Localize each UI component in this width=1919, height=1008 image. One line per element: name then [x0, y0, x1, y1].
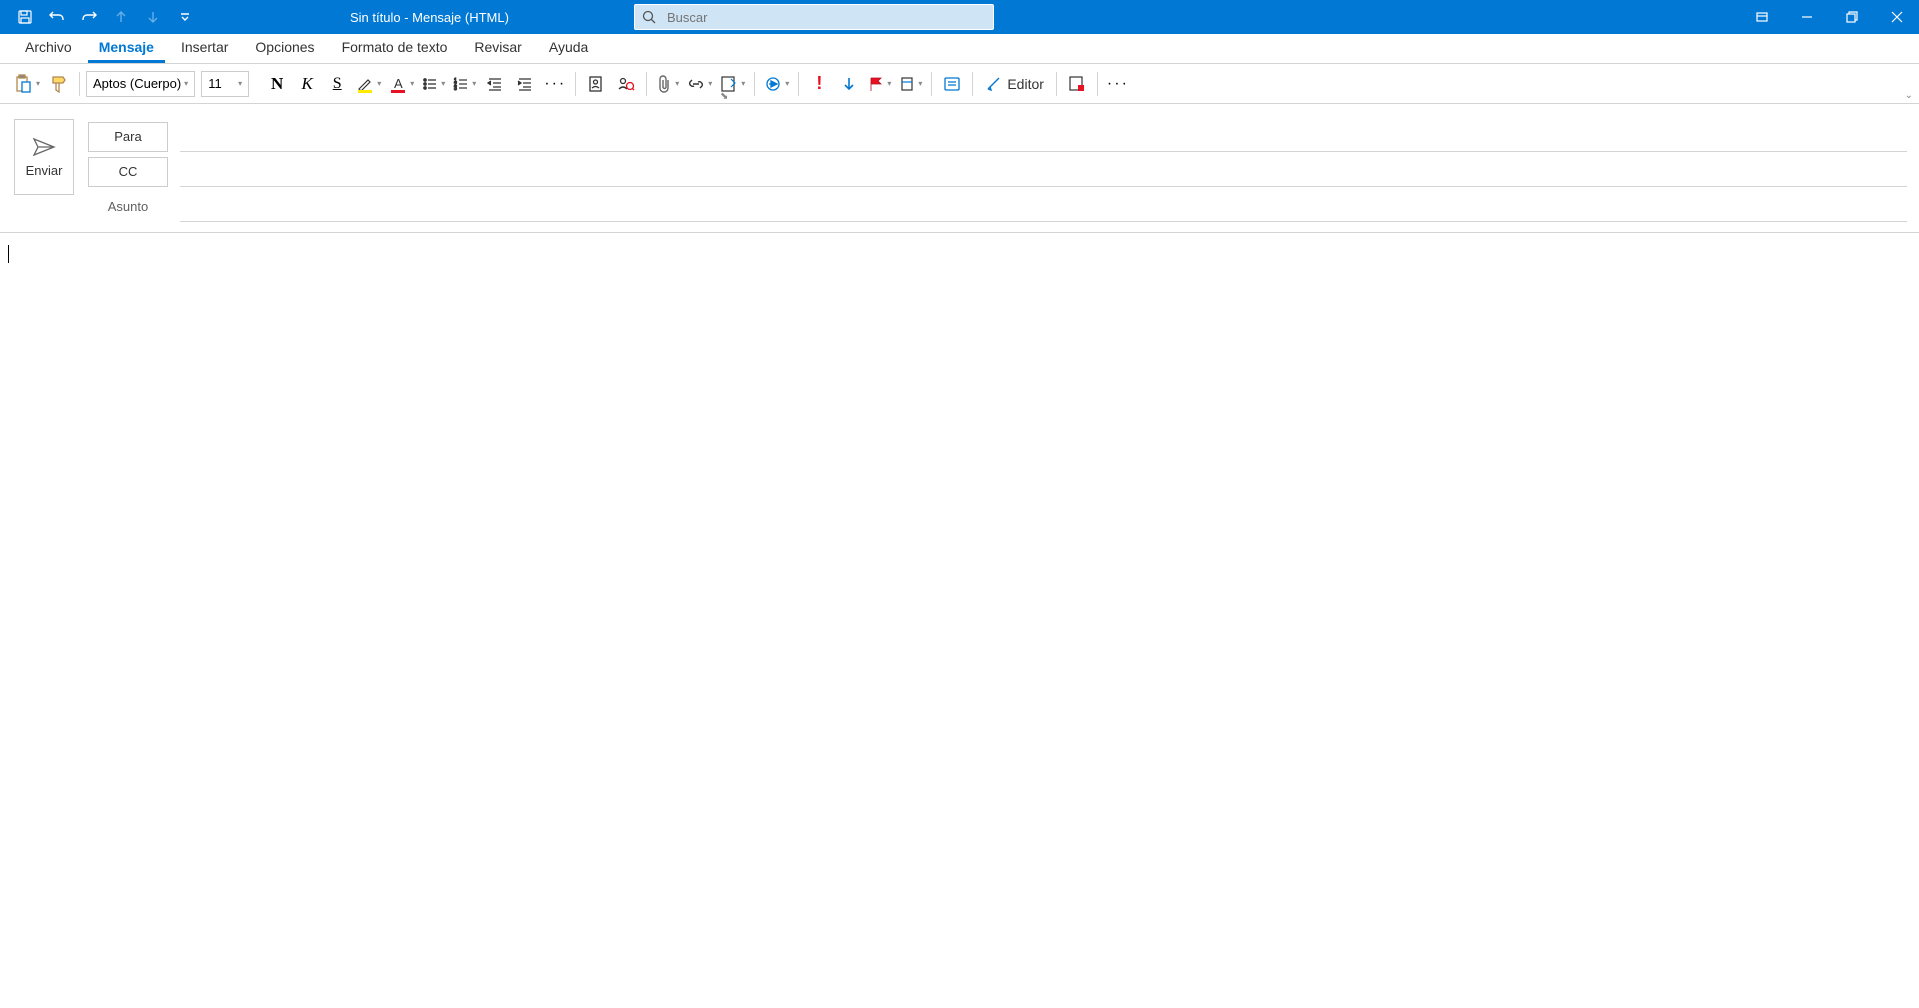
window-controls	[1739, 0, 1919, 34]
chevron-down-icon: ▾	[184, 79, 188, 88]
chevron-down-icon: ▾	[377, 79, 381, 88]
low-importance-button[interactable]	[835, 70, 863, 98]
immersive-reader-button[interactable]	[938, 70, 966, 98]
qat-customize-button[interactable]	[170, 2, 200, 32]
redo-button[interactable]	[74, 2, 104, 32]
chevron-down-icon: ▾	[708, 79, 712, 88]
format-painter-button[interactable]	[45, 70, 73, 98]
separator	[575, 72, 576, 96]
separator	[1056, 72, 1057, 96]
search-icon	[641, 9, 657, 25]
chevron-down-icon: ▾	[238, 79, 242, 88]
chevron-down-icon: ▾	[741, 79, 745, 88]
message-body[interactable]	[0, 232, 1919, 1000]
tab-archivo[interactable]: Archivo	[14, 34, 83, 63]
attach-file-button[interactable]: ▾	[653, 70, 682, 98]
editor-button[interactable]: Editor	[979, 70, 1050, 98]
tab-mensaje[interactable]: Mensaje	[88, 34, 165, 63]
svg-text:3: 3	[454, 86, 457, 92]
tab-opciones[interactable]: Opciones	[244, 34, 325, 63]
paste-button[interactable]: ▾	[10, 70, 43, 98]
quick-access-toolbar	[0, 2, 200, 32]
compose-header: Enviar Para CC Asunto	[0, 104, 1919, 224]
titlebar: Sin título - Mensaje (HTML)	[0, 0, 1919, 34]
check-names-button[interactable]	[612, 70, 640, 98]
chevron-down-icon: ▾	[887, 79, 891, 88]
more-formatting-button[interactable]: ···	[541, 70, 569, 98]
separator	[972, 72, 973, 96]
separator	[1097, 72, 1098, 96]
dictate-button[interactable]: ▾	[761, 70, 792, 98]
separator	[646, 72, 647, 96]
close-button[interactable]	[1874, 0, 1919, 34]
text-cursor	[8, 245, 9, 263]
numbering-button[interactable]: 123 ▾	[450, 70, 479, 98]
svg-text:A: A	[394, 76, 403, 91]
tab-insertar[interactable]: Insertar	[170, 34, 239, 63]
ribbon-display-button[interactable]	[1739, 0, 1784, 34]
decrease-indent-button[interactable]	[481, 70, 509, 98]
prev-item-button	[106, 2, 136, 32]
minimize-button[interactable]	[1784, 0, 1829, 34]
search-input[interactable]	[663, 10, 993, 25]
undo-button[interactable]	[42, 2, 72, 32]
chevron-down-icon: ▾	[36, 79, 40, 88]
tab-formato[interactable]: Formato de texto	[331, 34, 459, 63]
dialog-launcher-icon[interactable]: ⬊	[720, 91, 728, 102]
subject-row: Asunto	[88, 189, 1907, 224]
cc-input[interactable]	[180, 157, 1907, 187]
tab-ayuda[interactable]: Ayuda	[538, 34, 599, 63]
highlight-button[interactable]: ▾	[353, 70, 384, 98]
assign-policy-button[interactable]: ▾	[896, 70, 925, 98]
maximize-button[interactable]	[1829, 0, 1874, 34]
send-button[interactable]: Enviar	[14, 119, 74, 195]
subject-input[interactable]	[180, 192, 1907, 222]
font-name-select[interactable]: Aptos (Cuerpo) ▾	[86, 71, 195, 97]
next-item-button	[138, 2, 168, 32]
increase-indent-button[interactable]	[511, 70, 539, 98]
bullets-button[interactable]: ▾	[419, 70, 448, 98]
ribbon: ▾ Aptos (Cuerpo) ▾ 11 ▾ N K S ▾ A ▾ ▾ 12…	[0, 64, 1919, 104]
ribbon-tabs: Archivo Mensaje Insertar Opciones Format…	[0, 34, 1919, 64]
separator	[931, 72, 932, 96]
chevron-down-icon: ▾	[472, 79, 476, 88]
bold-button[interactable]: N	[263, 70, 291, 98]
chevron-down-icon: ▾	[675, 79, 679, 88]
window-title: Sin título - Mensaje (HTML)	[350, 10, 509, 25]
templates-button[interactable]	[1063, 70, 1091, 98]
search-box[interactable]	[634, 4, 994, 30]
high-importance-button[interactable]: !	[805, 70, 833, 98]
save-button[interactable]	[10, 2, 40, 32]
tab-revisar[interactable]: Revisar	[463, 34, 532, 63]
cc-row: CC	[88, 154, 1907, 189]
chevron-down-icon: ▾	[785, 79, 789, 88]
recipient-fields: Para CC Asunto	[88, 119, 1907, 224]
follow-up-button[interactable]: ▾	[865, 70, 894, 98]
send-icon	[32, 137, 56, 157]
font-color-button[interactable]: A ▾	[386, 70, 417, 98]
to-input[interactable]	[180, 122, 1907, 152]
chevron-down-icon: ▾	[410, 79, 414, 88]
font-size-select[interactable]: 11 ▾	[201, 71, 249, 97]
to-row: Para	[88, 119, 1907, 154]
link-button[interactable]: ▾	[684, 70, 715, 98]
italic-button[interactable]: K	[293, 70, 321, 98]
address-book-button[interactable]	[582, 70, 610, 98]
underline-button[interactable]: S	[323, 70, 351, 98]
chevron-down-icon: ▾	[441, 79, 445, 88]
separator	[798, 72, 799, 96]
separator	[79, 72, 80, 96]
more-commands-button[interactable]: ···	[1104, 70, 1132, 98]
collapse-ribbon-button[interactable]: ⌄	[1905, 90, 1913, 101]
cc-button[interactable]: CC	[88, 157, 168, 187]
subject-label: Asunto	[88, 199, 168, 214]
chevron-down-icon: ▾	[918, 79, 922, 88]
separator	[754, 72, 755, 96]
to-button[interactable]: Para	[88, 122, 168, 152]
